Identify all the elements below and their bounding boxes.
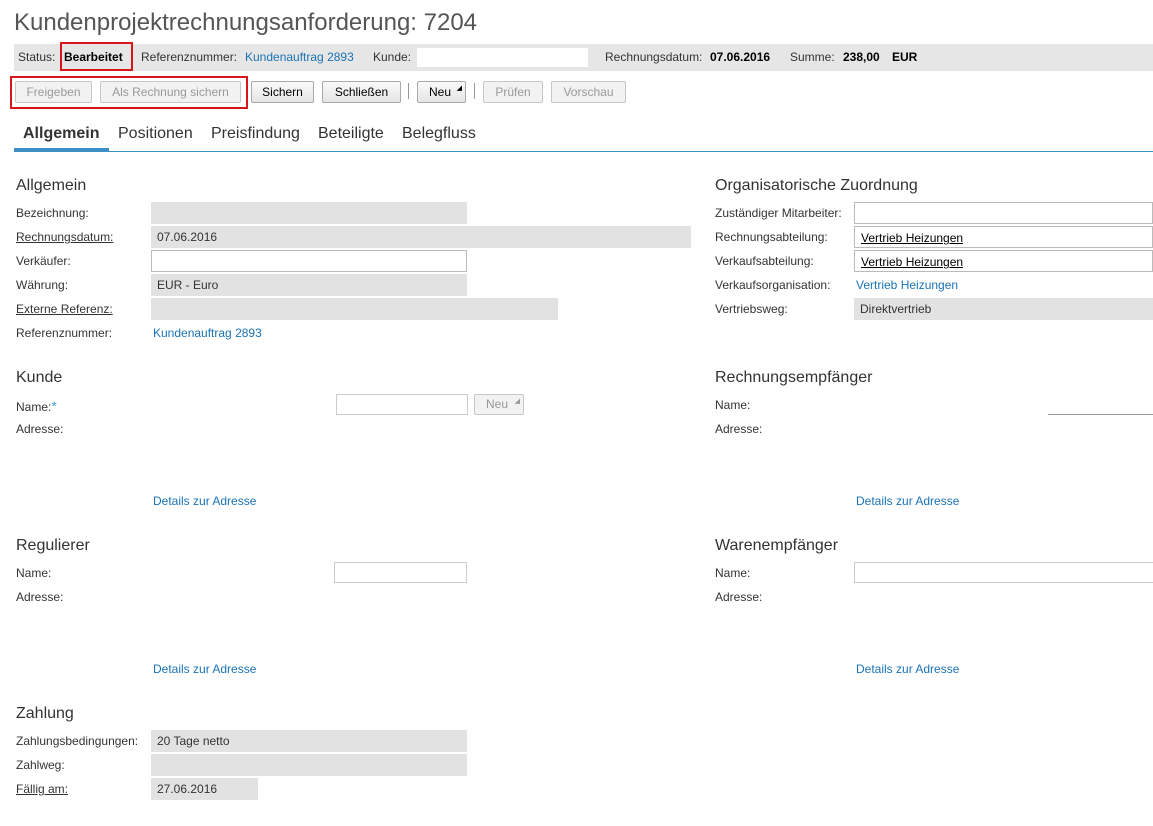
section-bill-to-heading: Rechnungsempfänger [715,369,873,386]
customer-name-label: Name:* [16,398,57,414]
menu-triangle-icon: ◢ [514,398,520,405]
tab-preisfindung[interactable]: Preisfindung [211,125,300,143]
toolbar-highlight-box [10,76,248,109]
reference-number-label: Referenznummer: [16,326,113,340]
payer-name-input[interactable] [334,562,467,583]
invoice-date-label: Rechnungsdatum: [605,50,703,64]
due-date-label: Fällig am: [16,782,69,796]
payer-address-details-link[interactable]: Details zur Adresse [153,662,256,676]
page-title: Kundenprojektrechnungsanforderung: 7204 [14,9,478,36]
customer-name-input[interactable] [336,394,468,415]
check-button[interactable]: Prüfen [483,81,543,103]
reference-link[interactable]: Kundenauftrag 2893 [245,44,354,71]
ship-to-address-details-link[interactable]: Details zur Adresse [856,662,959,676]
bill-to-name-label: Name: [715,398,751,412]
ship-to-name-label: Name: [715,566,751,580]
sales-department-select[interactable]: Vertrieb Heizungen [854,250,1153,272]
customer-name-label-text: Name: [16,400,52,414]
sum-value: 238,00 [843,50,880,64]
toolbar-separator [474,83,475,99]
section-general-heading: Allgemein [16,177,87,194]
seller-input[interactable] [151,250,467,272]
tab-divider [14,151,1153,152]
required-asterisk-icon: * [51,398,57,414]
customer-label: Kunde: [373,50,412,64]
tab-beteiligte[interactable]: Beteiligte [318,125,384,143]
invoice-date-field-label: Rechnungsdatum: [16,230,114,244]
section-customer-heading: Kunde [16,369,63,386]
currency-label: Währung: [16,278,69,292]
tab-allgemein[interactable]: Allgemein [23,125,99,143]
bill-to-address-details-link[interactable]: Details zur Adresse [856,494,959,508]
invoice-date-field[interactable]: 07.06.2016 [151,226,691,248]
tab-positionen[interactable]: Positionen [118,125,193,143]
section-payment-heading: Zahlung [16,705,74,722]
invoice-department-value: Vertrieb Heizungen [861,231,964,245]
description-field[interactable] [151,202,467,224]
section-org-heading: Organisatorische Zuordnung [715,177,918,194]
customer-field[interactable] [417,48,588,67]
currency-field[interactable]: EUR - Euro [151,274,467,296]
payer-address-label: Adresse: [16,590,64,604]
customer-address-details-link[interactable]: Details zur Adresse [153,494,256,508]
sales-department-label: Verkaufsabteilung: [715,254,814,268]
menu-triangle-icon: ◢ [456,85,462,92]
section-payer-heading: Regulierer [16,537,90,554]
tab-belegfluss[interactable]: Belegfluss [402,125,476,143]
payment-method-label: Zahlweg: [16,758,65,772]
external-reference-label: Externe Referenz: [16,302,113,316]
payment-terms-label: Zahlungsbedingungen: [16,734,139,748]
reference-number-link[interactable]: Kundenauftrag 2893 [153,326,262,340]
sales-department-value: Vertrieb Heizungen [861,255,964,269]
status-bar: Status: Bearbeitet Referenznummer: Kunde… [14,44,1153,71]
new-menu-label: Neu [429,85,452,99]
reference-label: Referenznummer: [141,50,238,64]
seller-label: Verkäufer: [16,254,71,268]
responsible-employee-label: Zuständiger Mitarbeiter: [715,206,842,220]
status-highlight-box [60,42,133,71]
customer-address-label: Adresse: [16,422,64,436]
payment-terms-field[interactable]: 20 Tage netto [151,730,467,752]
ship-to-address-label: Adresse: [715,590,763,604]
due-date-field[interactable]: 27.06.2016 [151,778,258,800]
ship-to-name-input[interactable] [854,562,1153,583]
bill-to-address-label: Adresse: [715,422,763,436]
sales-organization-label: Verkaufsorganisation: [715,278,831,292]
toolbar-separator [408,83,409,99]
status-label: Status: [18,50,56,64]
invoice-department-label: Rechnungsabteilung: [715,230,828,244]
bill-to-name-input[interactable] [1048,394,1153,415]
payer-name-label: Name: [16,566,52,580]
close-button[interactable]: Schließen [322,81,401,103]
invoice-date-value: 07.06.2016 [710,50,771,64]
external-reference-field[interactable] [151,298,558,320]
responsible-employee-input[interactable] [854,202,1153,224]
save-button[interactable]: Sichern [251,81,314,103]
sales-organization-link[interactable]: Vertrieb Heizungen [856,278,958,292]
preview-button[interactable]: Vorschau [551,81,626,103]
new-menu-button[interactable]: Neu ◢ [417,81,466,103]
sum-label: Summe: [790,50,835,64]
section-ship-to-heading: Warenempfänger [715,537,839,554]
invoice-department-select[interactable]: Vertrieb Heizungen [854,226,1153,248]
customer-new-button[interactable]: Neu ◢ [474,394,524,415]
distribution-channel-label: Vertriebsweg: [715,302,788,316]
payment-method-field[interactable] [151,754,467,776]
customer-new-label: Neu [486,397,509,411]
distribution-channel-field[interactable]: Direktvertrieb [854,298,1153,320]
description-label: Bezeichnung: [16,206,89,220]
currency-value: EUR [892,50,918,64]
